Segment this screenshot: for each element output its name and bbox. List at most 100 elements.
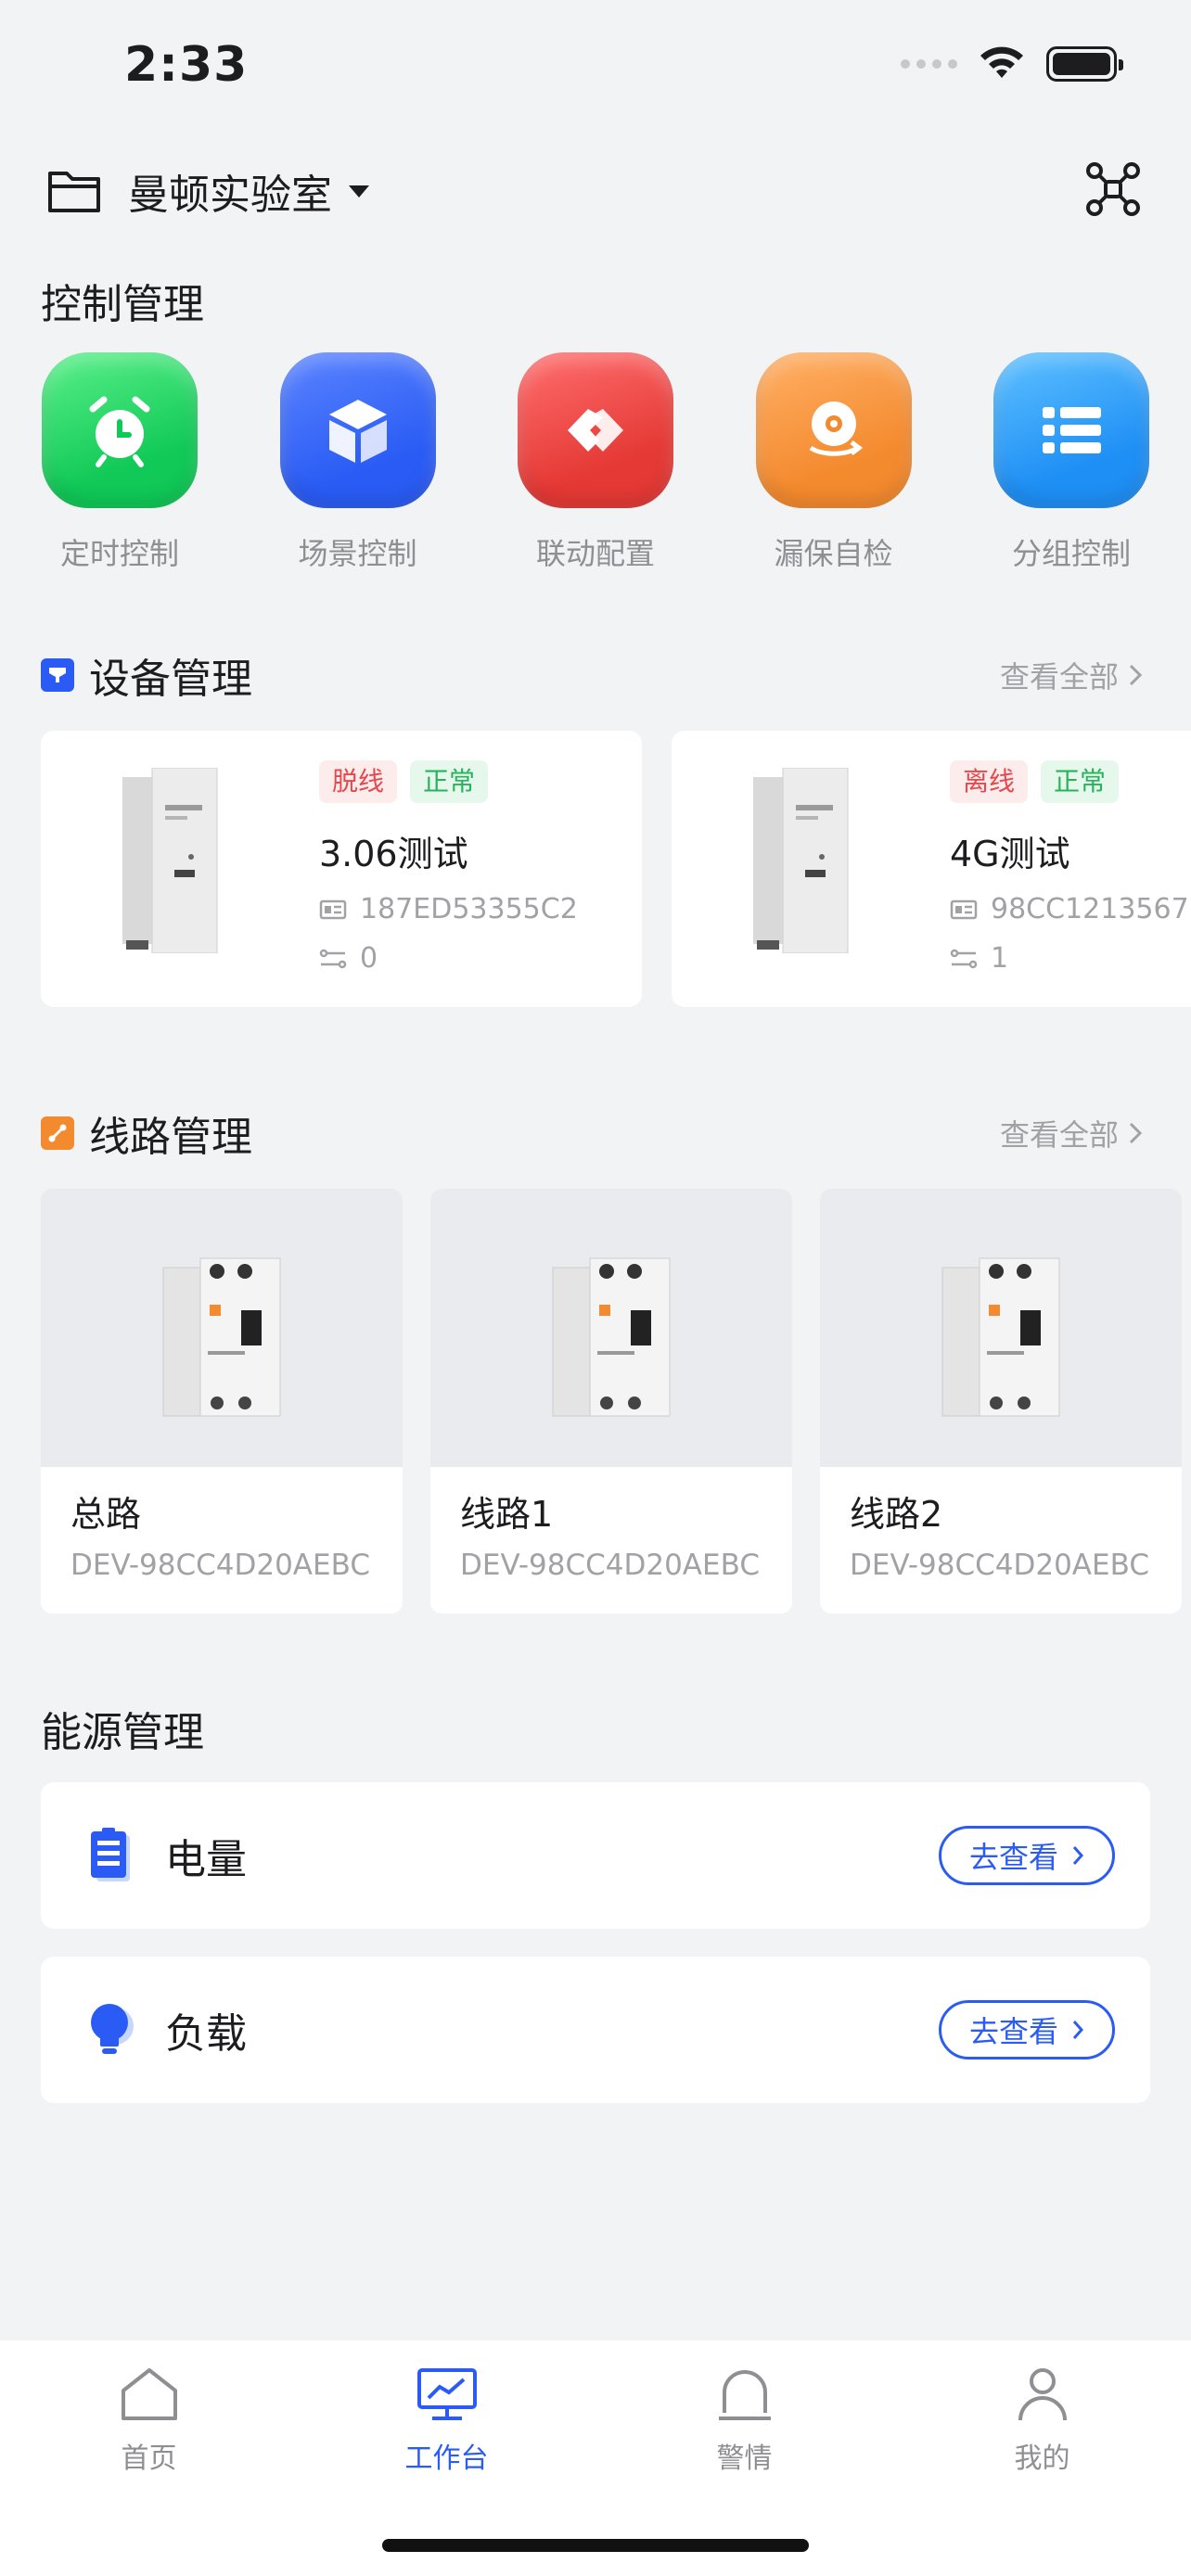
energy-label: 负载	[165, 2010, 247, 2058]
status-icons	[901, 46, 1123, 82]
device-id-row: 187ED53355C2	[319, 893, 578, 925]
status-time: 2:33	[124, 37, 249, 93]
scene-control-button[interactable]: 场景控制	[279, 352, 437, 573]
breaker-image	[820, 1189, 1182, 1467]
line-carousel[interactable]: 总路 DEV-98CC4D20AEBC 线路1 DEV-98CC4D20AEBC	[41, 1189, 1191, 1615]
tab-label: 我的	[1014, 2442, 1070, 2475]
status-badge: 离线	[950, 760, 1029, 803]
tab-label: 工作台	[404, 2442, 489, 2475]
status-badge: 脱线	[319, 760, 398, 803]
see-all-label: 查看全部	[999, 659, 1119, 695]
profile-icon	[1018, 2368, 1067, 2421]
device-section-icon	[41, 658, 74, 692]
energy-card-load[interactable]: 负载 去查看	[41, 1957, 1150, 2103]
linkage-config-button[interactable]: 联动配置	[517, 352, 674, 573]
header: 曼顿实验室	[45, 159, 1146, 223]
chevron-down-icon[interactable]	[349, 185, 369, 198]
view-button-label: 去查看	[968, 2014, 1058, 2049]
network-hub-icon[interactable]	[1083, 159, 1143, 219]
bulb-icon	[91, 2004, 134, 2054]
timer-control-button[interactable]: 定时控制	[41, 352, 198, 573]
device-section-title: 设备管理	[89, 656, 252, 703]
device-image	[122, 768, 218, 953]
line-id: DEV-98CC4D20AEBC	[460, 1549, 760, 1582]
battery-icon	[91, 1828, 130, 1881]
id-card-icon	[950, 899, 978, 919]
circuit-icon	[319, 949, 347, 968]
list-icon	[993, 352, 1149, 508]
state-badge: 正常	[1041, 760, 1120, 803]
device-count: 0	[360, 942, 378, 975]
control-section-title: 控制管理	[41, 281, 204, 328]
alarm-clock-icon	[42, 352, 198, 508]
device-count: 1	[991, 942, 1009, 975]
device-carousel[interactable]: 脱线 正常 3.06测试 187ED53355C2 0 离线 正常 4G测试 9…	[41, 731, 1191, 1009]
breaker-image	[41, 1189, 403, 1467]
energy-section-title: 能源管理	[41, 1709, 204, 1756]
energy-label: 电量	[165, 1836, 247, 1883]
workbench-icon	[416, 2368, 477, 2420]
device-info: 离线 正常 4G测试 98CC1213567 1	[950, 760, 1189, 975]
cellular-signal-icon	[901, 59, 957, 69]
line-section-icon	[41, 1116, 74, 1150]
wifi-icon	[980, 46, 1023, 78]
chevron-right-icon	[1129, 1122, 1143, 1144]
device-image	[753, 768, 849, 953]
line-section-header: 线路管理 查看全部	[41, 1105, 1150, 1161]
tab-home[interactable]: 首页	[0, 2340, 298, 2576]
line-id: DEV-98CC4D20AEBC	[850, 1549, 1149, 1582]
tab-label: 首页	[121, 2442, 177, 2475]
line-card[interactable]: 总路 DEV-98CC4D20AEBC	[41, 1189, 403, 1613]
energy-card-power[interactable]: 电量 去查看	[41, 1782, 1150, 1929]
circuit-icon	[950, 949, 978, 968]
line-section-title: 线路管理	[89, 1114, 252, 1161]
device-card[interactable]: 离线 正常 4G测试 98CC1213567 1	[672, 731, 1191, 1007]
folder-icon[interactable]	[45, 164, 106, 218]
device-see-all-link[interactable]: 查看全部	[1000, 654, 1143, 696]
line-name: 线路1	[460, 1494, 554, 1535]
view-power-button[interactable]: 去查看	[939, 1826, 1115, 1885]
device-info: 脱线 正常 3.06测试 187ED53355C2 0	[319, 760, 578, 975]
device-name: 3.06测试	[319, 834, 468, 874]
chevron-right-icon	[1129, 664, 1143, 686]
control-label: 场景控制	[298, 536, 417, 571]
tab-profile[interactable]: 我的	[893, 2340, 1191, 2576]
id-card-icon	[319, 899, 347, 919]
alarm-bell-icon	[718, 2370, 771, 2420]
view-button-label: 去查看	[968, 1840, 1058, 1875]
line-see-all-link[interactable]: 查看全部	[1000, 1112, 1143, 1154]
line-name: 线路2	[850, 1494, 943, 1535]
status-bar: 2:33	[0, 0, 1191, 130]
see-all-label: 查看全部	[999, 1117, 1119, 1153]
location-selector[interactable]: 曼顿实验室	[128, 161, 332, 221]
view-load-button[interactable]: 去查看	[939, 2000, 1115, 2060]
breaker-image	[430, 1189, 792, 1467]
home-indicator	[382, 2539, 809, 2552]
self-check-icon	[755, 352, 912, 508]
chevron-right-icon	[1072, 2021, 1084, 2039]
device-name: 4G测试	[950, 834, 1070, 874]
device-count-row: 0	[319, 942, 578, 975]
control-label: 分组控制	[1011, 536, 1131, 571]
control-label: 定时控制	[59, 536, 179, 571]
link-icon	[518, 352, 673, 508]
line-card[interactable]: 线路2 DEV-98CC4D20AEBC	[820, 1189, 1182, 1613]
line-id: DEV-98CC4D20AEBC	[70, 1549, 370, 1582]
tab-label: 警情	[716, 2442, 773, 2475]
device-id-row: 98CC1213567	[950, 893, 1189, 925]
device-count-row: 1	[950, 942, 1189, 975]
device-card[interactable]: 脱线 正常 3.06测试 187ED53355C2 0	[41, 731, 642, 1007]
chevron-right-icon	[1072, 1846, 1084, 1865]
control-label: 联动配置	[535, 536, 655, 571]
control-label: 漏保自检	[774, 536, 893, 571]
line-card[interactable]: 线路1 DEV-98CC4D20AEBC	[430, 1189, 792, 1613]
device-id: 98CC1213567	[991, 893, 1189, 925]
leakage-selfcheck-button[interactable]: 漏保自检	[755, 352, 913, 573]
line-name: 总路	[70, 1494, 142, 1535]
state-badge: 正常	[410, 760, 489, 803]
control-grid: 定时控制 场景控制 联动配置 漏保自检 分组控制	[41, 352, 1150, 573]
device-section-header: 设备管理 查看全部	[41, 647, 1150, 703]
home-icon	[121, 2368, 177, 2420]
battery-icon	[1046, 46, 1123, 82]
group-control-button[interactable]: 分组控制	[992, 352, 1150, 573]
